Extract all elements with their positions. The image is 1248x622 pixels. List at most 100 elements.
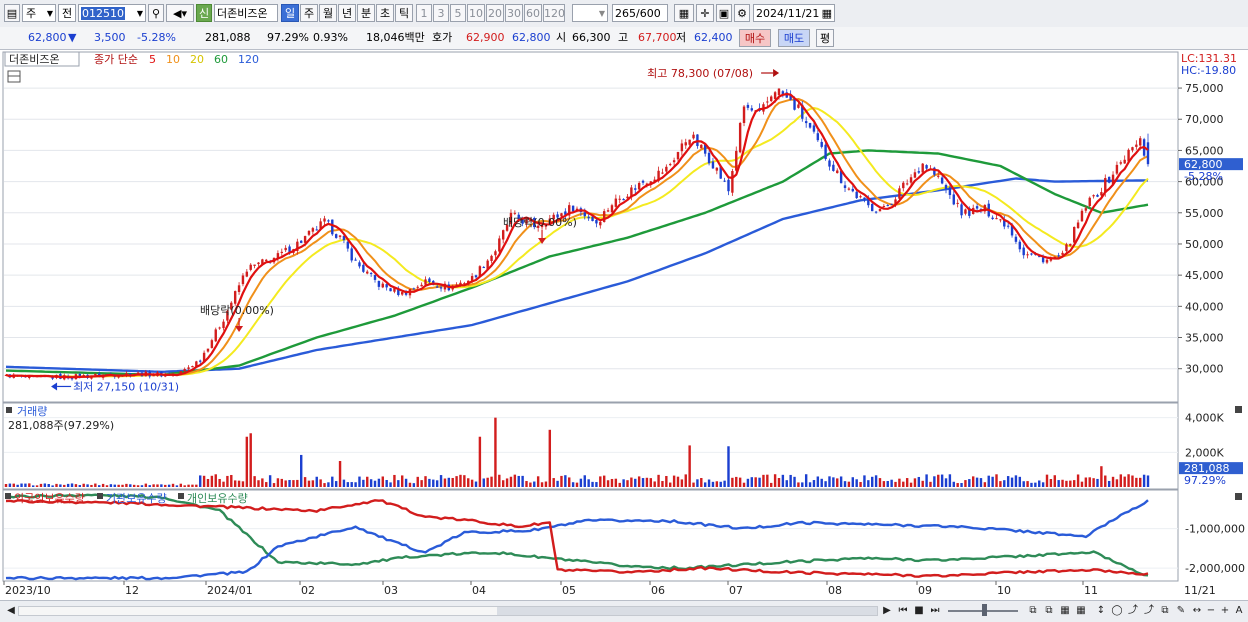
candle-body: [1123, 159, 1126, 164]
last-change-label: -5.28%: [1184, 170, 1223, 183]
down-arrow-icon: ▼: [68, 31, 77, 44]
volume-bar: [509, 476, 513, 487]
candle-body: [338, 235, 342, 237]
gear-icon[interactable]: ⚙: [734, 4, 750, 22]
candle-body: [956, 202, 959, 204]
period-button[interactable]: 년: [338, 4, 356, 22]
zoom-out-icon[interactable]: −: [1204, 604, 1218, 618]
volume-bar: [156, 484, 159, 487]
calendar-icon: ▦: [821, 7, 832, 20]
layout-icon[interactable]: ▦: [1058, 604, 1072, 618]
period-button[interactable]: 틱: [395, 4, 413, 22]
scroll-left-icon[interactable]: ◀: [4, 604, 18, 618]
buy-button[interactable]: 매수: [739, 29, 771, 47]
candle-body: [921, 163, 924, 173]
edit-icon[interactable]: ✎: [1174, 604, 1188, 618]
save-icon[interactable]: ▣: [716, 4, 732, 22]
volume-bar: [94, 483, 97, 487]
search-icon[interactable]: ⚲: [148, 4, 164, 22]
stock-code-value: 012510: [81, 7, 125, 20]
candle-body: [284, 247, 287, 251]
volume-bar: [404, 478, 408, 487]
scroll-thumb[interactable]: [497, 607, 877, 615]
interval-button[interactable]: 1: [416, 4, 432, 22]
candle-body: [1146, 142, 1150, 165]
interval-button[interactable]: 30: [505, 4, 523, 22]
volume-bar: [202, 475, 206, 487]
volume-subtitle: 281,088주(97.29%): [8, 419, 114, 432]
period-button[interactable]: 주: [300, 4, 318, 22]
volume-bar: [494, 417, 497, 487]
interval-button[interactable]: 60: [524, 4, 542, 22]
volume-bar: [1142, 474, 1146, 487]
font-size-icon[interactable]: A: [1232, 604, 1246, 618]
hc-label: HC:-19.80: [1181, 64, 1236, 77]
interval-button[interactable]: 20: [486, 4, 504, 22]
layout-icon[interactable]: ▦: [1074, 604, 1088, 618]
rewind-icon[interactable]: ⏮: [896, 604, 910, 618]
volume-bar: [793, 476, 796, 487]
candle-body: [975, 206, 979, 209]
zoom-slider-handle[interactable]: [982, 604, 987, 616]
volume-axis-label: 2,000K: [1185, 446, 1224, 459]
zoom-fit-icon[interactable]: ↔: [1190, 604, 1204, 618]
interval-button[interactable]: 5: [450, 4, 466, 22]
draw-icon[interactable]: ⤴: [1126, 604, 1140, 618]
count-field[interactable]: 265/600: [612, 4, 668, 22]
volume-bar: [420, 480, 423, 487]
interval-button[interactable]: 120: [543, 4, 565, 22]
interval-input[interactable]: ▼: [572, 4, 608, 22]
sound-icon[interactable]: ◀▾: [166, 4, 194, 22]
volume-bar: [1092, 478, 1095, 487]
draw-icon[interactable]: ⤴: [1142, 604, 1156, 618]
period-button[interactable]: 초: [376, 4, 394, 22]
scale-icon[interactable]: ↕: [1094, 604, 1108, 618]
horizontal-scrollbar[interactable]: [18, 606, 878, 616]
volume-bar: [230, 474, 233, 487]
volume-bar: [218, 478, 221, 487]
x-axis-label: 02: [301, 584, 315, 597]
volume-bar: [715, 481, 719, 487]
volume-bar: [657, 474, 660, 487]
volume-bar: [808, 482, 812, 487]
volume-bar: [1139, 477, 1142, 487]
candle-body: [859, 196, 862, 198]
stock-chart[interactable]: 75,00070,00065,00060,00055,00050,00045,0…: [0, 50, 1248, 600]
volume-bar: [898, 478, 901, 487]
crosshair-icon[interactable]: ✛: [696, 4, 714, 22]
candle-body: [587, 216, 590, 219]
series-menu-icon: [178, 493, 184, 499]
volume-bar: [1088, 477, 1091, 487]
fast-forward-icon[interactable]: ⏭: [928, 604, 942, 618]
zoom-in-icon[interactable]: +: [1218, 604, 1232, 618]
period-button[interactable]: 월: [319, 4, 337, 22]
candle-body: [1115, 164, 1119, 174]
eval-button[interactable]: 평: [816, 29, 834, 47]
mode-select[interactable]: 전: [58, 4, 76, 22]
window-menu-icon[interactable]: ▤: [4, 4, 20, 22]
dividend-annotation: 배당락(0.00%): [503, 216, 577, 229]
copy-icon[interactable]: ⧉: [1158, 604, 1172, 618]
low-label: 저: [676, 31, 687, 44]
tool-icon[interactable]: ◯: [1110, 604, 1124, 618]
stock-code-input[interactable]: 012510 ▼: [78, 4, 146, 22]
interval-button[interactable]: 10: [467, 4, 485, 22]
sell-button[interactable]: 매도: [778, 29, 810, 47]
interval-button[interactable]: 3: [433, 4, 449, 22]
scroll-right-icon[interactable]: ▶: [880, 604, 894, 618]
stock-name-field[interactable]: 더존비즈온: [214, 4, 278, 22]
copy-icon[interactable]: ⧉: [1026, 604, 1040, 618]
stop-icon[interactable]: ■: [912, 604, 926, 618]
volume-bar: [1076, 474, 1080, 487]
date-input[interactable]: 2024/11/21 ▦: [753, 4, 835, 22]
period-button[interactable]: 일: [281, 4, 299, 22]
compare-icon[interactable]: ▦: [674, 4, 694, 22]
period-button[interactable]: 분: [357, 4, 375, 22]
volume-bar: [956, 483, 959, 487]
copy-icon[interactable]: ⧉: [1042, 604, 1056, 618]
period-type-select[interactable]: 주 ▼: [22, 4, 56, 22]
volume-bar: [622, 479, 625, 487]
volume-bar: [55, 483, 58, 487]
volume-bar: [1053, 475, 1056, 487]
volume-bar: [855, 479, 858, 487]
